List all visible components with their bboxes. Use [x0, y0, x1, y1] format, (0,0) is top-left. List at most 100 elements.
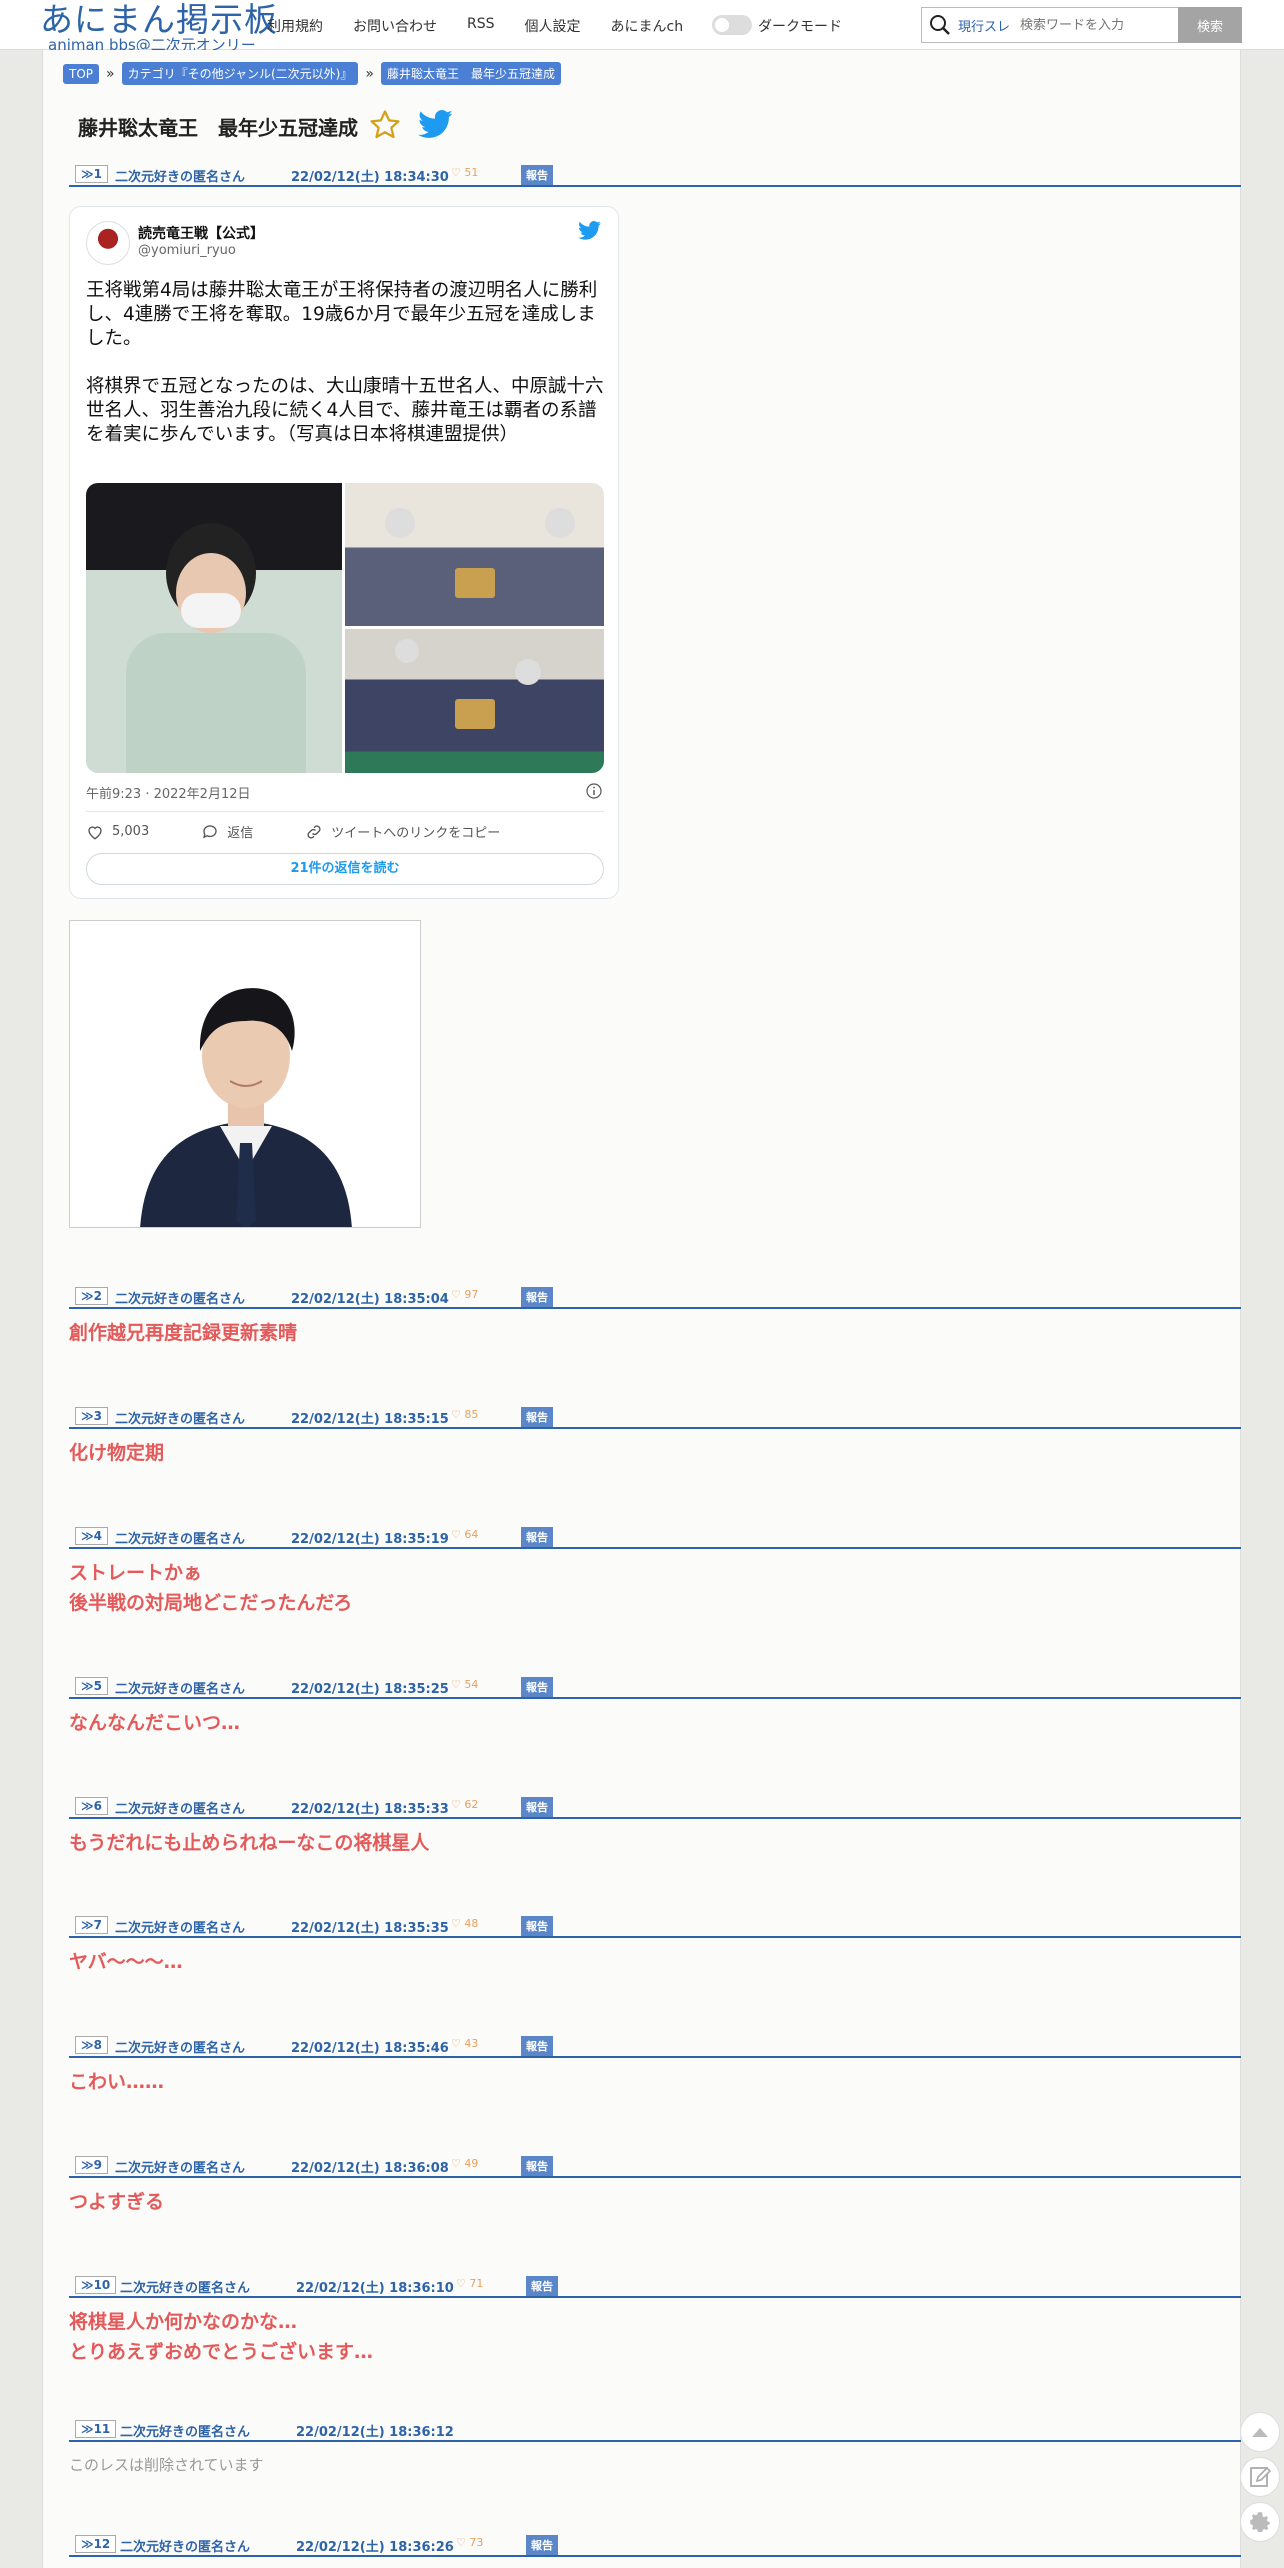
post-number[interactable]: ≫10: [75, 2276, 117, 2294]
post-likes[interactable]: ♡ 43: [451, 2037, 478, 2050]
post-likes[interactable]: ♡ 97: [451, 1288, 478, 1301]
tweet-timestamp[interactable]: 午前9:23 · 2022年2月12日: [86, 783, 251, 802]
read-replies-button[interactable]: 21件の返信を読む: [86, 853, 604, 885]
post-date: 22/02/12(土) 18:35:15: [291, 1412, 449, 1427]
report-button[interactable]: 報告: [521, 2036, 553, 2056]
dark-mode-label: ダークモード: [758, 19, 842, 35]
post-header: ≫2 二次元好きの匿名さん 22/02/12(土) 18:35:04 ♡ 97 …: [69, 1285, 1241, 1309]
breadcrumb-category[interactable]: カテゴリ『その他ジャンル(二次元以外)』: [121, 62, 359, 85]
nav-terms[interactable]: 利用規約: [267, 16, 323, 36]
post-number[interactable]: ≫8: [75, 2036, 108, 2054]
post-header: ≫6 二次元好きの匿名さん 22/02/12(土) 18:35:33 ♡ 62 …: [69, 1795, 1241, 1819]
post-date: 22/02/12(土) 18:36:10: [296, 2281, 454, 2296]
post-number[interactable]: ≫1: [75, 165, 108, 183]
logo-main[interactable]: あにまん掲示板: [40, 2, 277, 38]
reply-icon: [203, 824, 217, 839]
post-line: つよすぎる: [69, 2191, 165, 2213]
likes-count: 73: [469, 2536, 484, 2549]
tweet-photos[interactable]: [86, 483, 604, 773]
post-line: 化け物定期: [69, 1442, 165, 1464]
tweet-like-button[interactable]: 5,003: [86, 823, 175, 841]
tweet-copy-link-label: ツイートへのリンクをコピー: [331, 826, 501, 841]
post-number[interactable]: ≫3: [75, 1407, 108, 1425]
tweet-photo[interactable]: [345, 629, 604, 773]
tweet-avatar[interactable]: [86, 221, 130, 265]
write-post-button[interactable]: [1240, 2457, 1280, 2497]
post-header: ≫10 二次元好きの匿名さん 22/02/12(土) 18:36:10 ♡ 71…: [69, 2274, 1241, 2298]
post-likes[interactable]: ♡ 64: [451, 1528, 478, 1541]
tweet-copy-link-button[interactable]: ツイートへのリンクをコピー: [305, 822, 526, 841]
report-button[interactable]: 報告: [521, 1407, 553, 1427]
post-likes[interactable]: ♡ 85: [451, 1408, 478, 1421]
post-likes[interactable]: ♡ 73: [456, 2536, 483, 2549]
dark-mode-toggle[interactable]: [712, 15, 752, 35]
post-likes[interactable]: ♡ 62: [451, 1798, 478, 1811]
post-header: ≫3 二次元好きの匿名さん 22/02/12(土) 18:35:15 ♡ 85 …: [69, 1405, 1241, 1429]
post-likes[interactable]: ♡ 51: [451, 166, 478, 179]
nav-rss[interactable]: RSS: [467, 16, 495, 36]
post-line: 将棋星人か何かなのかな…: [69, 2311, 298, 2333]
post-likes[interactable]: ♡ 54: [451, 1678, 478, 1691]
settings-button[interactable]: [1240, 2502, 1280, 2542]
search-input[interactable]: [1020, 17, 1181, 33]
post-image[interactable]: [69, 920, 421, 1228]
post-number[interactable]: ≫2: [75, 1287, 108, 1305]
report-button[interactable]: 報告: [521, 1287, 553, 1307]
twitter-bird-icon[interactable]: [578, 221, 602, 245]
post-header: ≫4 二次元好きの匿名さん 22/02/12(土) 18:35:19 ♡ 64 …: [69, 1525, 1241, 1549]
report-button[interactable]: 報告: [526, 2535, 558, 2555]
site-logo[interactable]: あにまん掲示板 animan bbs@二次元オンリー: [40, 2, 277, 53]
tweet-reply-button[interactable]: 返信: [201, 822, 279, 841]
twitter-share-icon[interactable]: [418, 110, 454, 144]
post-author: 二次元好きの匿名さん: [115, 1802, 246, 1817]
post-likes[interactable]: ♡ 71: [456, 2277, 483, 2290]
embedded-tweet[interactable]: 読売竜王戦【公式】 @yomiuri_ryuo 王将戦第4局は藤井聡太竜王が王将…: [69, 206, 619, 899]
post-number[interactable]: ≫4: [75, 1527, 108, 1545]
tweet-text: 王将戦第4局は藤井聡太竜王が王将保持者の渡辺明名人に勝利し、4連勝で王将を奪取。…: [86, 279, 606, 471]
post-body: ストレートかぁ 後半戦の対局地どこだったんだろ: [69, 1558, 352, 1618]
scroll-top-button[interactable]: [1240, 2412, 1280, 2452]
post-line: 創作越兄再度記録更新素晴: [69, 1322, 298, 1344]
post-number[interactable]: ≫6: [75, 1797, 108, 1815]
post-line: なんなんだこいつ…: [69, 1712, 241, 1734]
post-date: 22/02/12(土) 18:35:25: [291, 1682, 449, 1697]
tweet-author-handle[interactable]: @yomiuri_ryuo: [138, 243, 236, 258]
search-scope[interactable]: 現行スレ: [958, 16, 1010, 35]
report-button[interactable]: 報告: [521, 1527, 553, 1547]
post-likes[interactable]: ♡ 48: [451, 1917, 478, 1930]
post-line: もうだれにも止められねーなこの将棋星人: [69, 1832, 430, 1854]
pencil-icon: [1250, 2466, 1272, 2487]
post-body: なんなんだこいつ…: [69, 1708, 240, 1738]
likes-count: 49: [464, 2157, 479, 2170]
nav-settings[interactable]: 個人設定: [525, 16, 581, 36]
breadcrumb-thread[interactable]: 藤井聡太竜王 最年少五冠達成: [380, 62, 561, 85]
breadcrumb-top[interactable]: TOP: [63, 63, 100, 84]
nav-contact[interactable]: お問い合わせ: [353, 16, 437, 36]
report-button[interactable]: 報告: [521, 2156, 553, 2176]
tweet-author-name[interactable]: 読売竜王戦【公式】: [138, 223, 264, 243]
post-author: 二次元好きの匿名さん: [115, 1682, 246, 1697]
report-button[interactable]: 報告: [521, 165, 553, 185]
post-number[interactable]: ≫12: [75, 2535, 117, 2553]
report-button[interactable]: 報告: [526, 2276, 558, 2296]
thread-title: 藤井聡太竜王 最年少五冠達成: [78, 116, 358, 140]
post-number[interactable]: ≫11: [75, 2420, 117, 2438]
tweet-photo[interactable]: [345, 483, 604, 626]
info-icon[interactable]: [586, 783, 602, 803]
report-button[interactable]: 報告: [521, 1797, 553, 1817]
nav-animanch[interactable]: あにまんch: [611, 16, 684, 36]
post-likes[interactable]: ♡ 49: [451, 2157, 478, 2170]
search-button[interactable]: 検索: [1178, 7, 1242, 43]
favorite-star-icon[interactable]: [368, 108, 402, 146]
post-author: 二次元好きの匿名さん: [120, 2540, 251, 2555]
report-button[interactable]: 報告: [521, 1916, 553, 1936]
tweet-photo[interactable]: [86, 483, 342, 773]
post-header: ≫5 二次元好きの匿名さん 22/02/12(土) 18:35:25 ♡ 54 …: [69, 1675, 1241, 1699]
post-body: 創作越兄再度記録更新素晴: [69, 1318, 297, 1348]
post-number[interactable]: ≫5: [75, 1677, 108, 1695]
post-date: 22/02/12(土) 18:35:33: [291, 1802, 449, 1817]
report-button[interactable]: 報告: [521, 1677, 553, 1697]
post-date: 22/02/12(土) 18:35:46: [291, 2041, 449, 2056]
post-number[interactable]: ≫7: [75, 1916, 108, 1934]
post-number[interactable]: ≫9: [75, 2156, 108, 2174]
